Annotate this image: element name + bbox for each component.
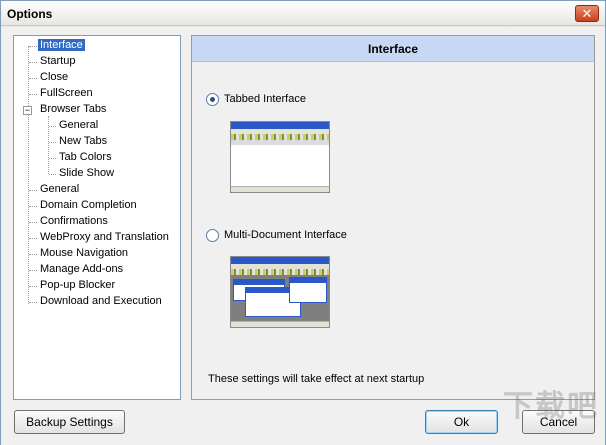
restart-note: These settings will take effect at next … — [208, 373, 425, 385]
title-bar: Options ✕ — [1, 1, 605, 26]
tree-line — [49, 126, 56, 127]
tree-line — [29, 206, 37, 207]
tree-line — [49, 142, 56, 143]
tree-line — [49, 158, 56, 159]
tree-item-tab-colors[interactable]: Tab Colors — [57, 150, 114, 165]
radio-checked-icon[interactable] — [206, 92, 219, 106]
tree-item-label: Pop-up Blocker — [40, 279, 116, 291]
tree-item-general[interactable]: General — [38, 182, 81, 197]
tree-line — [29, 222, 37, 223]
backup-settings-button[interactable]: Backup Settings — [14, 410, 125, 434]
window-title: Options — [7, 7, 53, 21]
cancel-button[interactable]: Cancel — [522, 410, 595, 434]
tree-item-mouse-navigation[interactable]: Mouse Navigation — [38, 246, 130, 261]
tree-line — [29, 78, 37, 79]
tabbed-interface-preview — [230, 121, 330, 193]
tree-item-new-tabs[interactable]: New Tabs — [57, 134, 109, 149]
tree-line — [29, 270, 37, 271]
tree-line — [29, 302, 37, 303]
tree-item-label: Mouse Navigation — [40, 247, 129, 259]
tree-item-download-execution[interactable]: Download and Execution — [38, 294, 164, 309]
tree-line — [29, 62, 37, 63]
tree-item-slide-show[interactable]: Slide Show — [57, 166, 116, 181]
panel-header: Interface — [192, 36, 594, 62]
tree-item-label: Slide Show — [59, 167, 115, 179]
close-button[interactable]: ✕ — [575, 5, 599, 22]
options-tree[interactable]: Interface Startup Close FullScreen − Bro… — [13, 35, 181, 400]
tree-item-startup[interactable]: Startup — [38, 54, 77, 69]
option-label: Tabbed Interface — [224, 93, 306, 106]
multi-document-option[interactable]: Multi-Document Interface — [206, 228, 347, 244]
tree-item-domain-completion[interactable]: Domain Completion — [38, 198, 139, 213]
close-icon: ✕ — [581, 6, 593, 21]
tree-item-label: Domain Completion — [40, 199, 137, 211]
tree-line — [29, 238, 37, 239]
tree-item-confirmations[interactable]: Confirmations — [38, 214, 110, 229]
tree-item-label: FullScreen — [40, 87, 93, 99]
tree-item-label: New Tabs — [59, 135, 108, 147]
collapse-icon[interactable]: − — [23, 106, 32, 115]
tree-item-popup-blocker[interactable]: Pop-up Blocker — [38, 278, 117, 293]
tree-line — [28, 46, 29, 304]
ok-button[interactable]: Ok — [425, 410, 498, 434]
mdi-interface-preview — [230, 256, 330, 328]
tree-item-label: Interface — [38, 39, 85, 51]
tree-item-webproxy[interactable]: WebProxy and Translation — [38, 230, 171, 245]
tree-item-label: General — [59, 119, 99, 131]
tree-item-label: Browser Tabs — [40, 103, 107, 115]
tree-line — [48, 116, 49, 174]
tree-item-tabs-general[interactable]: General — [57, 118, 100, 133]
tree-item-label: Close — [40, 71, 69, 83]
tree-item-label: Download and Execution — [40, 295, 162, 307]
tabbed-interface-option[interactable]: Tabbed Interface — [206, 92, 306, 108]
tree-item-browser-tabs[interactable]: Browser Tabs — [38, 102, 108, 117]
tree-item-interface[interactable]: Interface — [38, 38, 85, 53]
tree-item-label: General — [40, 183, 80, 195]
tree-line — [49, 174, 56, 175]
tree-line — [29, 46, 37, 47]
dialog-body: Interface Startup Close FullScreen − Bro… — [1, 27, 605, 445]
tree-item-manage-addons[interactable]: Manage Add-ons — [38, 262, 125, 277]
tree-line — [29, 254, 37, 255]
tree-item-label: Manage Add-ons — [40, 263, 124, 275]
options-window: Options ✕ Interface Startup Close FullSc… — [0, 0, 606, 445]
tree-item-label: WebProxy and Translation — [40, 231, 169, 243]
option-label: Multi-Document Interface — [224, 229, 347, 242]
radio-unchecked-icon[interactable] — [206, 228, 219, 242]
tree-item-fullscreen[interactable]: FullScreen — [38, 86, 95, 101]
tree-item-label: Tab Colors — [59, 151, 112, 163]
tree-item-close[interactable]: Close — [38, 70, 70, 85]
settings-panel: Interface Tabbed Interface Multi-Documen… — [191, 35, 595, 400]
tree-item-label: Startup — [40, 55, 76, 67]
tree-line — [29, 190, 37, 191]
tree-line — [29, 94, 37, 95]
tree-item-label: Confirmations — [40, 215, 108, 227]
tree-line — [29, 286, 37, 287]
